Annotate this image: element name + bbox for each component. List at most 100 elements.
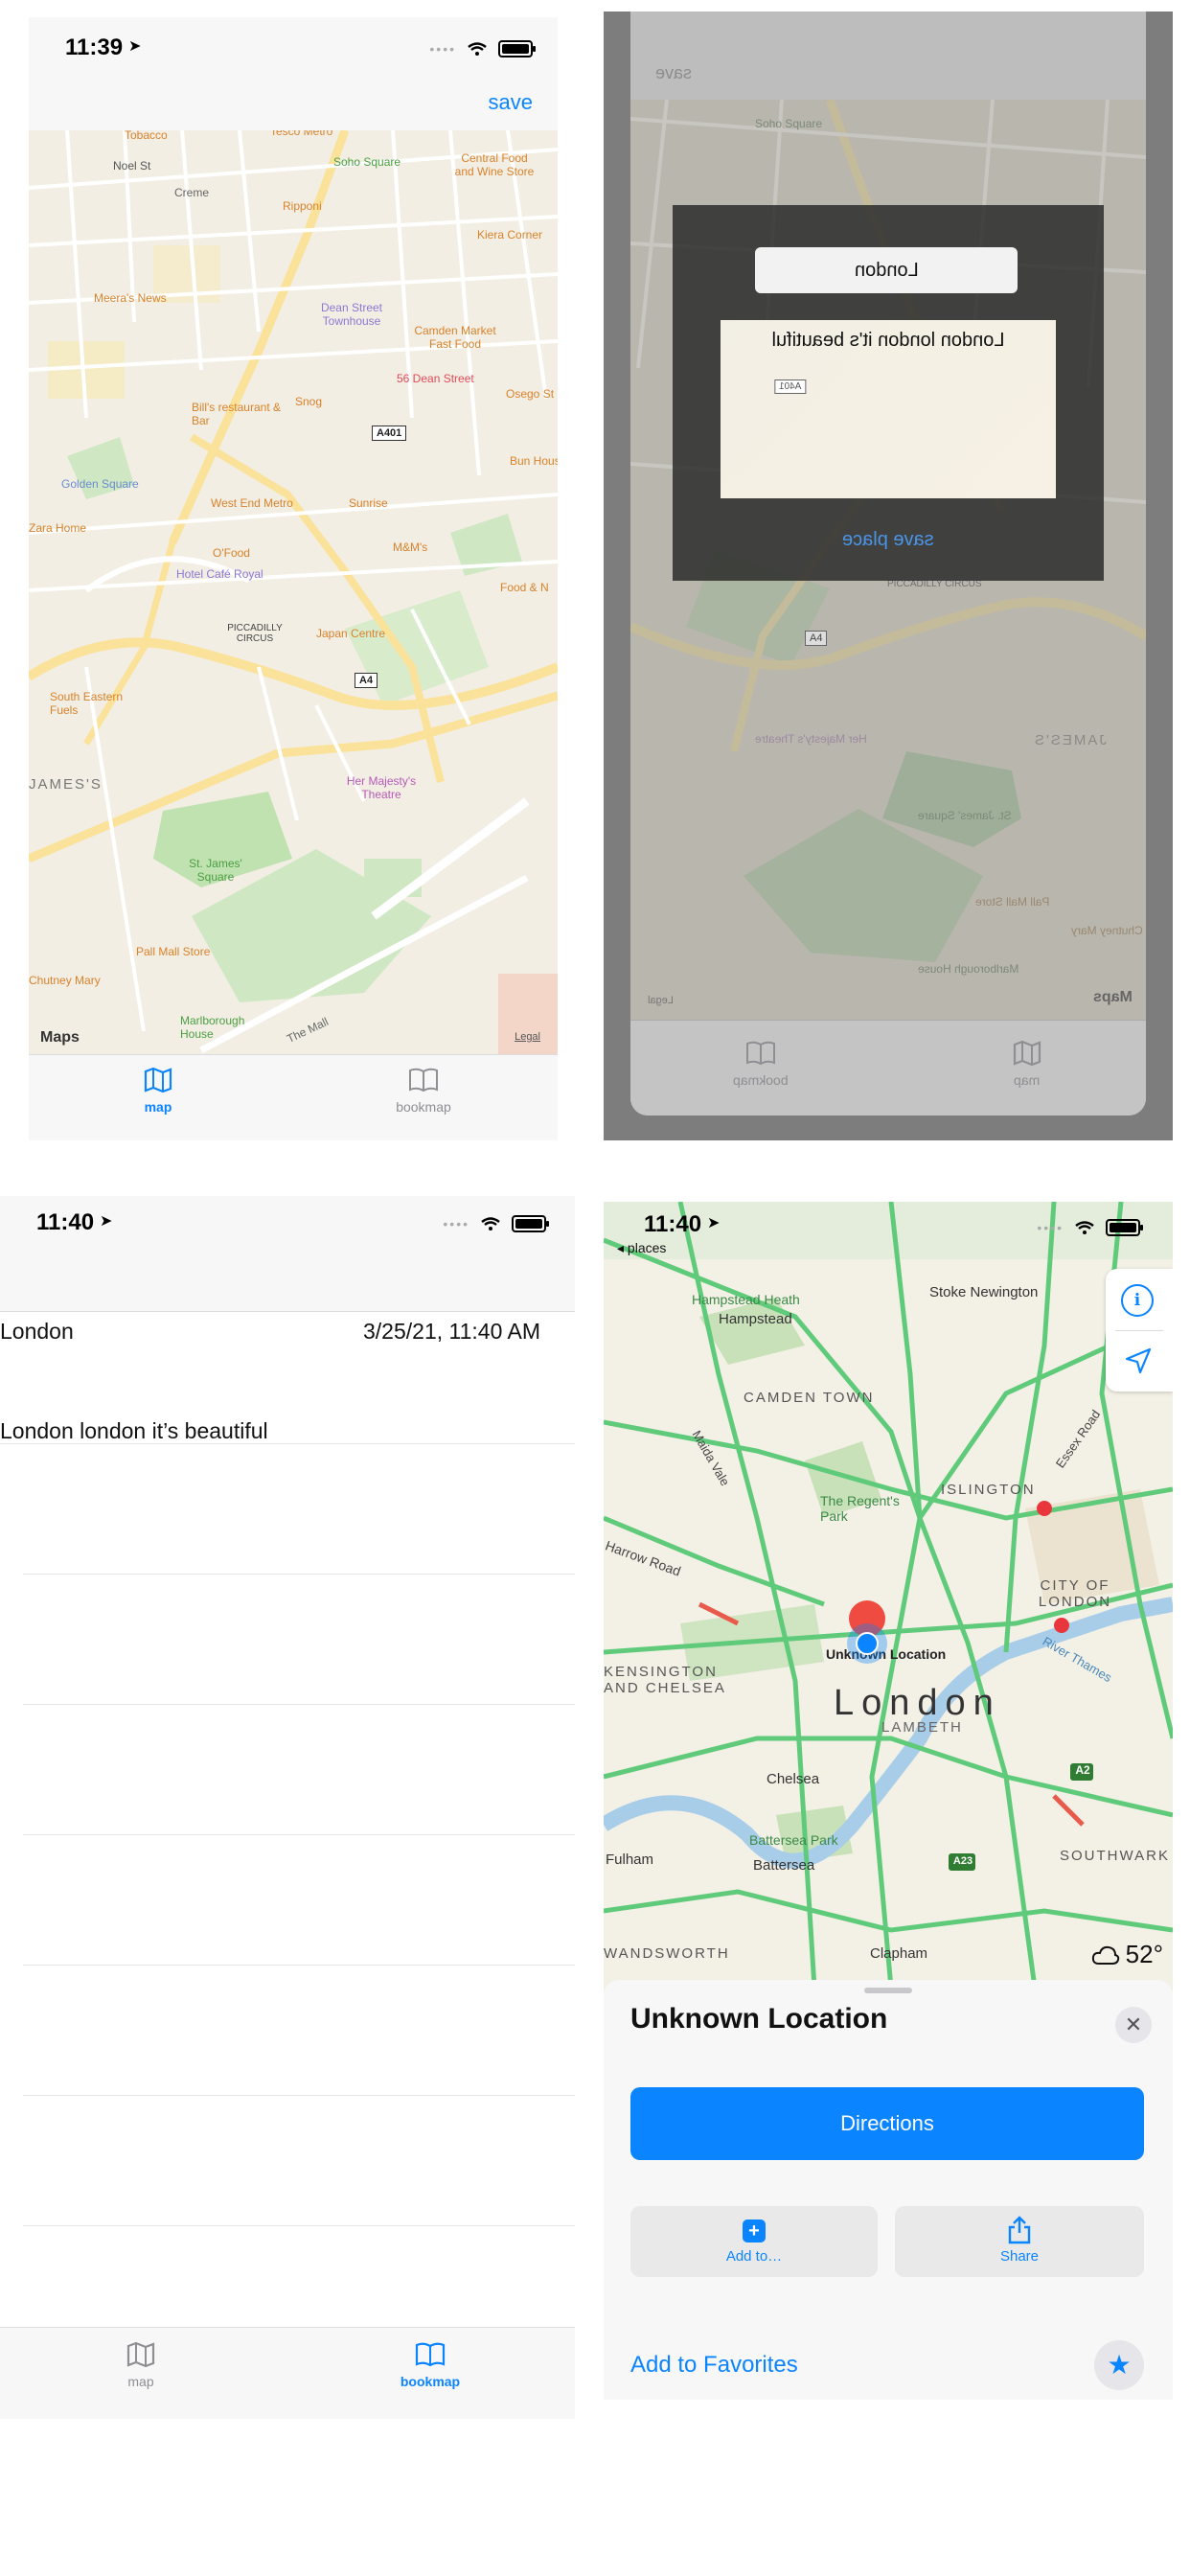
battery-icon xyxy=(1106,1219,1143,1236)
map-chip: A401 xyxy=(372,426,407,441)
status-overlay: 11:40 ➤ ◂ places •••• xyxy=(604,1202,1173,1259)
tab-map[interactable]: map xyxy=(125,1067,192,1115)
wifi-icon xyxy=(468,42,487,56)
dimmed-chip: A4 xyxy=(805,631,828,646)
map-label: Hampstead xyxy=(719,1311,792,1327)
status-time: 11:40 xyxy=(644,1211,702,1237)
panel-apple-maps: Hampstead Heath Hampstead Stoke Newingto… xyxy=(604,1202,1173,2400)
book-icon xyxy=(746,1041,775,1066)
add-to-favorites-link[interactable]: Add to Favorites xyxy=(630,2352,798,2379)
map-label: Fulham xyxy=(606,1852,654,1868)
map-label: Battersea xyxy=(753,1857,815,1874)
map-view[interactable]: Tobacco Tesco Metro Soho Square Noel St … xyxy=(29,130,558,1054)
map-label: ISLINGTON xyxy=(941,1482,1036,1498)
tab-map[interactable]: map xyxy=(107,2341,174,2389)
save-place-button[interactable]: save place xyxy=(673,529,1104,551)
map-label: Food & N xyxy=(500,581,549,594)
description-text: London london it's beautiful xyxy=(771,330,1005,351)
bookmark-title: London xyxy=(0,1319,74,1344)
apple-maps-logo: Maps xyxy=(40,1029,80,1046)
drag-handle[interactable] xyxy=(864,1988,912,1993)
map-label: Tobacco xyxy=(125,130,168,142)
map-chip: A23 xyxy=(952,1855,973,1867)
map-chip: A401 xyxy=(774,380,807,394)
status-time: 11:39 xyxy=(65,34,124,60)
map-label: Hampstead Heath xyxy=(692,1292,800,1307)
legal-link[interactable]: Legal xyxy=(515,1031,540,1043)
star-icon[interactable]: ★ xyxy=(1094,2340,1144,2390)
map-label: Chelsea xyxy=(767,1771,820,1787)
save-button[interactable]: save xyxy=(489,90,533,115)
map-chip: A2 xyxy=(1075,1763,1090,1777)
signal-icon: •••• xyxy=(1037,1220,1064,1235)
book-icon xyxy=(415,2342,446,2367)
map-label: West End Metro xyxy=(211,496,293,510)
dimmed-label: Chutney Mary xyxy=(1071,924,1143,937)
battery-icon xyxy=(512,1215,549,1232)
map-label: Battersea Park xyxy=(749,1832,838,1848)
status-time: 11:40 xyxy=(36,1209,95,1235)
bookmark-row[interactable]: London 3/25/21, 11:40 AM London london i… xyxy=(0,1311,575,1444)
map-label: Chutney Mary xyxy=(29,974,101,987)
map-chip: A4 xyxy=(355,673,378,688)
location-arrow-icon: ➤ xyxy=(100,1213,113,1230)
weather-badge: 52° xyxy=(1091,1940,1163,1969)
location-arrow-icon[interactable] xyxy=(1123,1346,1154,1376)
tab-bar: map bookmap xyxy=(0,2327,575,2419)
dimmed-tab-map: map xyxy=(998,1040,1056,1088)
wifi-icon xyxy=(1075,1221,1094,1234)
dimmed-label: Legal xyxy=(648,995,674,1006)
book-icon xyxy=(409,1068,438,1092)
dimmed-label: Her Majesty's Theatre xyxy=(755,732,867,746)
map-label: SOUTHWARK xyxy=(1060,1848,1170,1864)
map-label: Dean Street Townhouse xyxy=(320,301,383,328)
status-bar: 11:39 ➤ •••• xyxy=(29,17,558,86)
map-controls: i xyxy=(1106,1269,1173,1392)
directions-button[interactable]: Directions xyxy=(630,2087,1144,2160)
map-label: London xyxy=(834,1683,1001,1723)
map-label: St. James' Square xyxy=(189,857,242,884)
back-to-places-link[interactable]: ◂ places xyxy=(617,1240,666,1256)
maps-view[interactable]: Hampstead Heath Hampstead Stoke Newingto… xyxy=(604,1202,1173,1988)
map-label: WANDSWORTH xyxy=(604,1945,730,1962)
dimmed-label: Maps xyxy=(1093,989,1133,1005)
dimmed-label: Pall Mall Store xyxy=(975,895,1050,908)
close-icon[interactable]: ✕ xyxy=(1115,2007,1152,2043)
share-button[interactable]: Share xyxy=(895,2206,1144,2277)
map-label: O'Food xyxy=(213,546,250,560)
map-label: M&M's xyxy=(393,540,428,554)
tab-bookmap[interactable]: bookmap xyxy=(391,2341,469,2389)
cloud-icon xyxy=(1091,1945,1119,1965)
panel-save-modal: Soho Square PICCADILLY CIRCUS JAMES'S He… xyxy=(604,12,1173,1140)
map-label: Tesco Metro xyxy=(270,130,333,138)
map-label: Pall Mall Store xyxy=(136,945,211,958)
map-label: LAMBETH xyxy=(881,1719,963,1736)
empty-row xyxy=(23,1574,575,1705)
map-label: Soho Square xyxy=(333,155,401,169)
place-description-field[interactable]: London london it's beautiful A401 xyxy=(721,320,1056,498)
map-label: 56 Dean Street xyxy=(397,372,474,385)
empty-row xyxy=(23,1965,575,2096)
map-label: Clapham xyxy=(870,1945,928,1962)
tab-bookmap[interactable]: bookmap xyxy=(385,1067,462,1115)
empty-row xyxy=(23,1704,575,1835)
map-label: Golden Square xyxy=(61,477,139,491)
add-to-button[interactable]: + Add to… xyxy=(630,2206,878,2277)
empty-row xyxy=(23,1834,575,1966)
info-icon[interactable]: i xyxy=(1121,1284,1154,1317)
map-label: Zara Home xyxy=(29,521,87,535)
status-icons: •••• xyxy=(1037,1219,1143,1236)
dimmed-save-hint: save xyxy=(655,63,693,82)
plus-square-icon: + xyxy=(743,2220,766,2242)
location-arrow-icon: ➤ xyxy=(128,38,142,55)
battery-icon xyxy=(498,40,536,58)
dimmed-label: Marlborough House xyxy=(918,962,1019,976)
map-label: Kiera Corner xyxy=(477,228,543,242)
map-label: Stoke Newington xyxy=(929,1284,1039,1300)
location-arrow-icon: ➤ xyxy=(707,1215,721,1231)
nav-bar: 11:40 ➤ •••• xyxy=(0,1196,575,1312)
place-name-field[interactable]: London xyxy=(755,247,1018,293)
place-title: Unknown Location xyxy=(630,2003,888,2035)
map-label: Her Majesty's Theatre xyxy=(346,774,417,801)
bookmark-description: London london it’s beautiful xyxy=(0,1418,268,1443)
